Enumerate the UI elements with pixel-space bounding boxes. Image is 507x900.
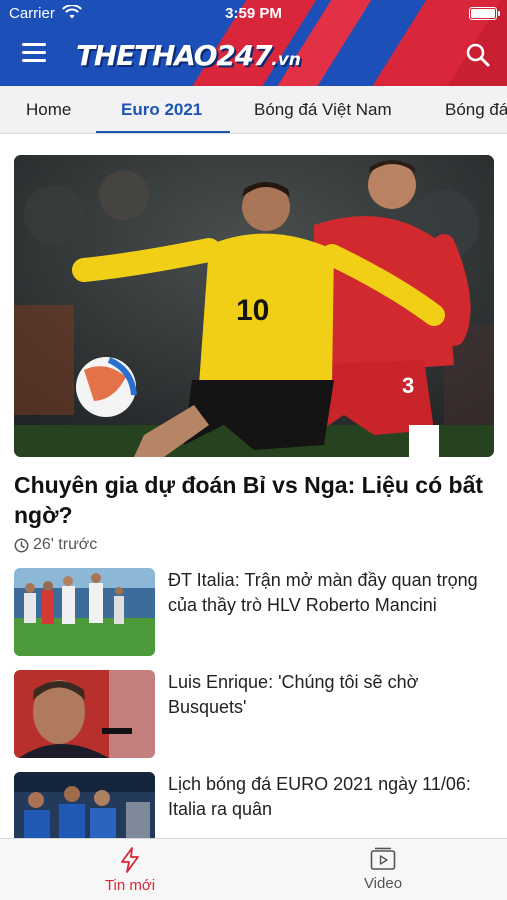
status-bar: Carrier 3:59 PM bbox=[0, 0, 507, 28]
bottom-tab-bar: Tin mới Video bbox=[0, 838, 507, 900]
list-item[interactable]: ĐT Italia: Trận mở màn đầy quan trọng củ… bbox=[14, 568, 494, 660]
nav-video-label: Video bbox=[363, 875, 403, 892]
app-header: Carrier 3:59 PM THETHAO247.vn bbox=[0, 0, 507, 86]
hero-headline[interactable]: Chuyên gia dự đoán Bỉ vs Nga: Liệu có bấ… bbox=[14, 470, 494, 530]
hero-image[interactable]: 3 10 bbox=[14, 155, 494, 457]
hero-timestamp: 26' trước bbox=[14, 535, 97, 555]
search-button[interactable] bbox=[465, 42, 491, 68]
tab-bong-da[interactable]: Bóng đá bbox=[445, 86, 507, 133]
lightning-icon bbox=[121, 847, 139, 873]
video-play-icon bbox=[370, 847, 396, 870]
active-tab-indicator bbox=[96, 131, 230, 133]
tab-home[interactable]: Home bbox=[26, 86, 71, 133]
search-icon bbox=[466, 43, 490, 67]
list-item[interactable]: Luis Enrique: 'Chúng tôi sẽ chờ Busquets… bbox=[14, 670, 494, 762]
nav-video[interactable]: Video bbox=[323, 847, 443, 892]
menu-button[interactable] bbox=[22, 43, 48, 65]
battery-icon bbox=[469, 7, 500, 20]
category-tabs: Home Euro 2021 Bóng đá Việt Nam Bóng đá bbox=[0, 86, 507, 134]
hamburger-icon bbox=[22, 43, 46, 46]
article-thumbnail bbox=[14, 670, 155, 758]
hero-time-text: 26' trước bbox=[33, 536, 98, 553]
yellow-jersey-number: 10 bbox=[236, 294, 269, 327]
site-logo[interactable]: THETHAO247.vn bbox=[76, 38, 301, 74]
logo-tld: .vn bbox=[271, 50, 301, 70]
logo-text: THETHAO247 bbox=[76, 39, 272, 72]
tab-bong-da-viet-nam[interactable]: Bóng đá Việt Nam bbox=[254, 86, 392, 133]
red-jersey-number: 3 bbox=[402, 373, 414, 398]
tab-euro-2021[interactable]: Euro 2021 bbox=[121, 86, 202, 133]
article-title: ĐT Italia: Trận mở màn đầy quan trọng củ… bbox=[168, 570, 478, 615]
article-title: Lịch bóng đá EURO 2021 ngày 11/06: Itali… bbox=[168, 774, 471, 819]
nav-tin-moi[interactable]: Tin mới bbox=[70, 847, 190, 894]
clock-icon bbox=[14, 538, 29, 552]
article-title: Luis Enrique: 'Chúng tôi sẽ chờ Busquets… bbox=[168, 672, 419, 717]
status-time: 3:59 PM bbox=[225, 5, 282, 22]
nav-tin-moi-label: Tin mới bbox=[104, 877, 156, 894]
article-thumbnail bbox=[14, 568, 155, 656]
